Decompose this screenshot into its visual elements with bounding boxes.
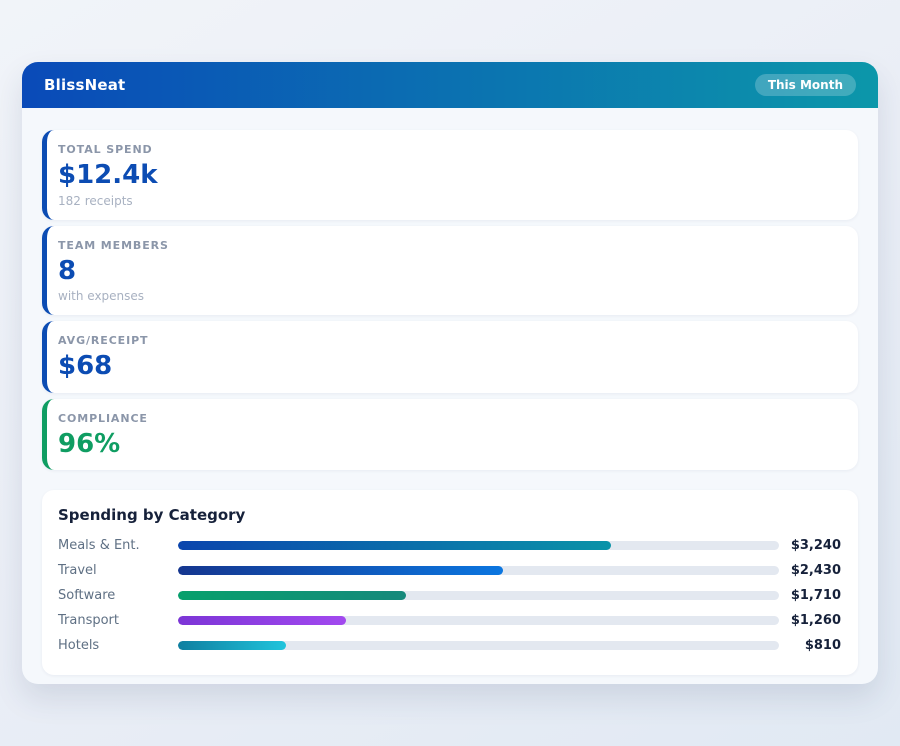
bar-track [178,641,779,650]
stat-label: TOTAL SPEND [58,143,842,156]
category-label: Software [58,588,178,603]
bar-track [178,616,779,625]
stat-subtext: with expenses [58,289,842,303]
category-label: Travel [58,563,178,578]
period-badge[interactable]: This Month [755,74,856,96]
app-header: BlissNeat This Month [22,62,878,108]
stat-value: $12.4k [58,161,842,190]
stat-card-compliance: COMPLIANCE 96% [42,399,858,471]
bar-row-transport: Transport $1,260 [58,608,841,633]
stat-card-team-members: TEAM MEMBERS 8 with expenses [42,226,858,316]
category-label: Transport [58,613,178,628]
dashboard-content: TOTAL SPEND $12.4k 182 receipts TEAM MEM… [22,108,878,675]
stat-card-avg-receipt: AVG/RECEIPT $68 [42,321,858,393]
bar-row-meals: Meals & Ent. $3,240 [58,533,841,558]
category-value: $2,430 [779,563,841,578]
stat-label: COMPLIANCE [58,412,842,425]
stat-label: AVG/RECEIPT [58,334,842,347]
stat-value: 96% [58,430,842,459]
dashboard-card: BlissNeat This Month TOTAL SPEND $12.4k … [22,62,878,684]
bar-fill [178,566,503,575]
section-title: Spending by Category [58,506,841,524]
stat-subtext: 182 receipts [58,194,842,208]
category-value: $1,710 [779,588,841,603]
spending-by-category-card: Spending by Category Meals & Ent. $3,240… [42,490,858,675]
stat-value: $68 [58,352,842,381]
stat-label: TEAM MEMBERS [58,239,842,252]
bar-fill [178,541,611,550]
stat-card-total-spend: TOTAL SPEND $12.4k 182 receipts [42,130,858,220]
bar-row-travel: Travel $2,430 [58,558,841,583]
category-label: Hotels [58,638,178,653]
bar-row-software: Software $1,710 [58,583,841,608]
category-label: Meals & Ent. [58,538,178,553]
bar-track [178,541,779,550]
stat-value: 8 [58,257,842,286]
category-value: $810 [779,638,841,653]
bar-fill [178,641,286,650]
category-value: $3,240 [779,538,841,553]
bar-track [178,591,779,600]
bar-row-hotels: Hotels $810 [58,633,841,658]
bar-fill [178,591,406,600]
category-value: $1,260 [779,613,841,628]
app-title: BlissNeat [44,76,125,94]
bar-track [178,566,779,575]
bar-fill [178,616,346,625]
